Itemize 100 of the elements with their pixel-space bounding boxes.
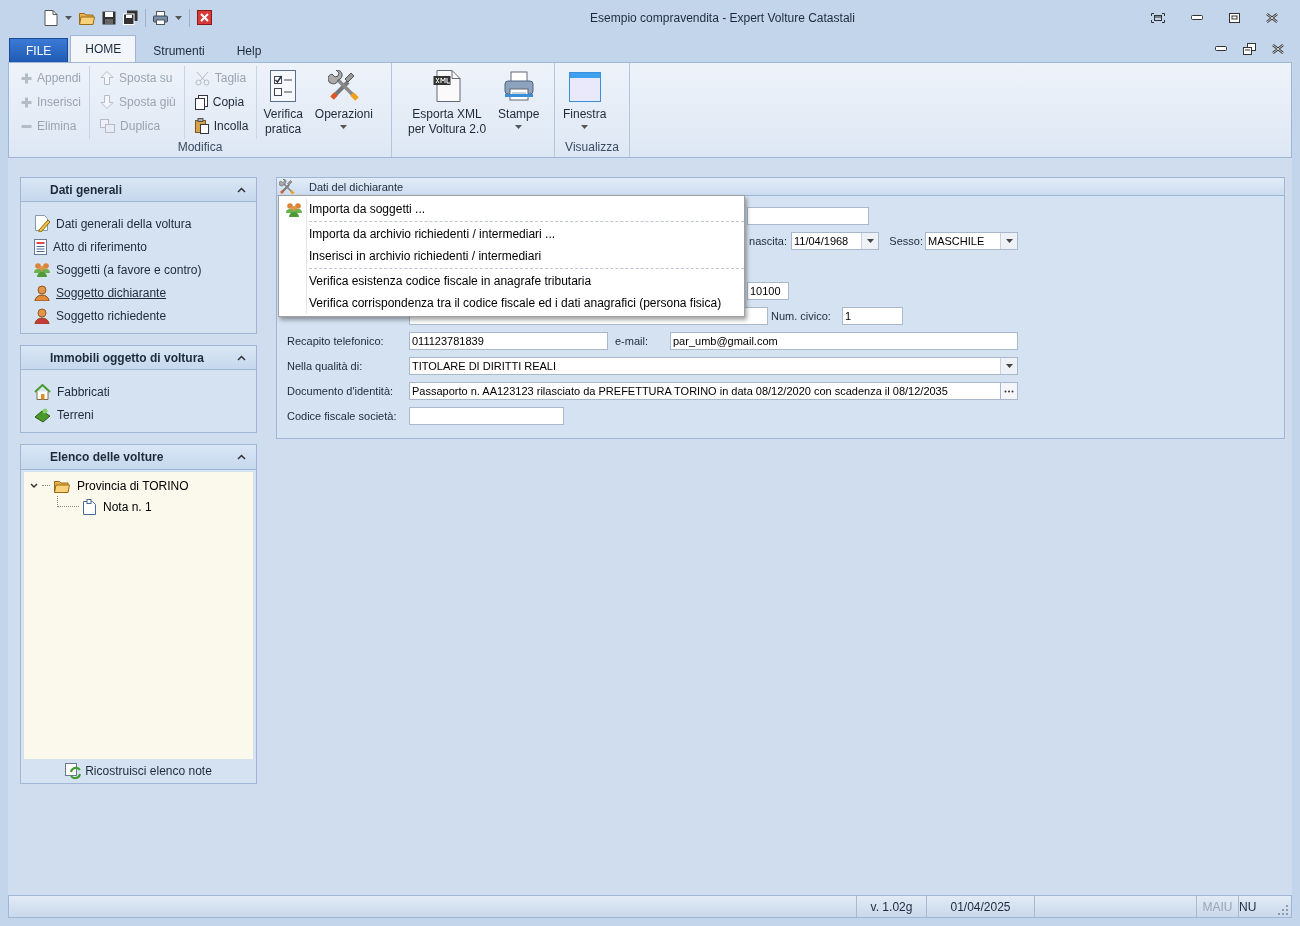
chevron-up-icon[interactable] bbox=[237, 354, 246, 361]
caret-icon bbox=[515, 125, 523, 129]
input-field[interactable]: par_umb@gmail.com bbox=[670, 332, 1018, 350]
new-document-icon[interactable] bbox=[44, 9, 58, 26]
menu-item[interactable]: Inserisci in archivio richiedenti / intermediari bbox=[279, 245, 744, 267]
tree-node[interactable]: Provincia di TORINO bbox=[30, 475, 253, 496]
folder-icon[interactable] bbox=[79, 10, 95, 25]
scissors-icon bbox=[194, 70, 210, 86]
folder-icon bbox=[54, 478, 70, 493]
group-label: Visualizza bbox=[564, 139, 620, 156]
key-indicator: NU bbox=[1239, 899, 1257, 914]
refresh-icon bbox=[65, 763, 82, 779]
person-icon bbox=[34, 307, 50, 324]
ribbon-tab[interactable]: Strumenti bbox=[138, 38, 220, 62]
ribbon-button[interactable]: Finestra bbox=[557, 66, 613, 139]
field-label: e-mail: bbox=[615, 335, 649, 347]
tools-icon bbox=[327, 70, 360, 102]
person-icon bbox=[34, 284, 50, 301]
minimize-icon[interactable] bbox=[1215, 46, 1227, 51]
window-title: Esempio compravendita - Expert Volture Catastali bbox=[589, 10, 856, 25]
ribbon-button[interactable]: Incolla bbox=[188, 114, 253, 138]
panel-title: Dati generali bbox=[50, 182, 124, 197]
fullscreen-icon[interactable] bbox=[1151, 12, 1165, 23]
sidebar-item[interactable]: Soggetti (a favore e contro) bbox=[34, 258, 202, 281]
duplicate-icon bbox=[100, 119, 116, 133]
field-label: Recapito telefonico: bbox=[287, 335, 385, 347]
maximize-icon[interactable] bbox=[1229, 12, 1240, 23]
version-text: v. 1.02g bbox=[870, 899, 913, 914]
sidebar-item[interactable]: Soggetto richiedente bbox=[34, 304, 167, 327]
input-field[interactable]: Passaporto n. AA123123 rilasciato da PREFETTURA TORINO in data 08/12/2020 con scadenza il 08/12/2035 bbox=[409, 382, 1001, 400]
printer-icon[interactable] bbox=[153, 10, 168, 25]
close-icon[interactable] bbox=[197, 10, 212, 25]
input-field[interactable]: 1 bbox=[842, 307, 903, 325]
arrow-down-icon bbox=[100, 95, 115, 109]
restore-icon[interactable] bbox=[1243, 42, 1256, 55]
panel-title: Immobili oggetto di voltura bbox=[50, 350, 205, 365]
ribbon-tab[interactable]: Help bbox=[221, 38, 277, 62]
xml-file-icon bbox=[433, 70, 462, 102]
sidebar-item[interactable]: Dati generali della voltura bbox=[34, 212, 192, 235]
menu-item[interactable]: Verifica esistenza codice fiscale in anagrafe tributaria bbox=[279, 270, 744, 292]
checklist-icon bbox=[270, 70, 297, 102]
sidebar-item[interactable]: Terreni bbox=[34, 403, 94, 426]
resize-grip-icon bbox=[1278, 905, 1288, 915]
close-icon[interactable] bbox=[1266, 12, 1278, 23]
menu-item[interactable]: Importa da archivio richiedenti / intermediari ... bbox=[279, 223, 744, 245]
chevron-up-icon[interactable] bbox=[237, 186, 246, 193]
save-all-icon[interactable] bbox=[123, 10, 138, 25]
land-icon bbox=[34, 406, 51, 423]
input-field[interactable]: 011123781839 bbox=[409, 332, 608, 350]
field-label: Num. civico: bbox=[771, 310, 832, 322]
sidebar-item[interactable]: Fabbricati bbox=[34, 380, 110, 403]
date-text: 01/04/2025 bbox=[950, 899, 1011, 914]
document-list-icon bbox=[34, 238, 47, 255]
field-label: Sesso: bbox=[888, 235, 923, 247]
rebuild-button[interactable]: Ricostruisci elenco note bbox=[65, 763, 212, 779]
field-label: nascita: bbox=[748, 235, 787, 247]
copy-icon bbox=[194, 94, 208, 110]
document-icon bbox=[83, 498, 96, 515]
caret-icon bbox=[581, 125, 589, 129]
ribbon-tab[interactable]: HOME bbox=[70, 35, 137, 62]
plus-icon bbox=[21, 96, 32, 108]
chevron-up-icon[interactable] bbox=[237, 454, 246, 460]
minimize-icon[interactable] bbox=[1191, 15, 1203, 20]
ribbon-button[interactable]: Operazioni bbox=[308, 66, 379, 139]
ribbon-button[interactable]: Verifica pratica bbox=[257, 66, 309, 139]
dropdown-arrow-icon bbox=[1005, 364, 1013, 368]
dropdown-field[interactable]: TITOLARE DI DIRITTI REALI bbox=[409, 357, 1018, 375]
pencil-document-icon bbox=[34, 215, 50, 232]
house-icon bbox=[34, 383, 51, 400]
people-icon bbox=[286, 201, 302, 217]
sidebar-item[interactable]: Atto di riferimento bbox=[34, 235, 148, 258]
caret-icon[interactable] bbox=[175, 15, 182, 20]
field-label: Documento d'identità: bbox=[287, 385, 395, 397]
tree-node[interactable]: Nota n. 1 bbox=[30, 496, 253, 517]
people-icon bbox=[34, 262, 50, 277]
panel-title: Elenco delle volture bbox=[50, 450, 165, 464]
caret-icon bbox=[340, 125, 348, 129]
save-icon[interactable] bbox=[102, 10, 116, 25]
paste-icon bbox=[194, 118, 209, 134]
field-label: Codice fiscale società: bbox=[287, 410, 398, 422]
ribbon-button[interactable]: Copia bbox=[188, 90, 253, 114]
menu-item[interactable]: Importa da soggetti ... bbox=[279, 198, 744, 220]
panel-title: Dati del dichiarante bbox=[309, 180, 404, 193]
ribbon-tab[interactable]: FILE bbox=[9, 38, 69, 62]
dropdown-field[interactable]: MASCHILE bbox=[925, 232, 1018, 250]
caret-icon[interactable] bbox=[65, 15, 72, 20]
ellipsis-icon bbox=[1004, 389, 1014, 393]
input-field[interactable]: 10100 bbox=[747, 282, 789, 300]
close-icon[interactable] bbox=[1272, 43, 1284, 54]
input-field[interactable] bbox=[409, 407, 564, 425]
sidebar-item[interactable]: Soggetto dichiarante bbox=[34, 281, 167, 304]
arrow-up-icon bbox=[100, 71, 115, 85]
ribbon-button[interactable]: Stampe bbox=[492, 66, 546, 139]
dropdown-arrow-icon bbox=[1005, 239, 1013, 243]
expander-icon[interactable] bbox=[30, 482, 38, 489]
group-label: Modifica bbox=[176, 139, 224, 156]
menu-item[interactable]: Verifica corrispondenza tra il codice fiscale ed i dati anagrafici (persona fisica) bbox=[279, 292, 744, 314]
ribbon-button[interactable]: Esporta XML per Voltura 2.0 bbox=[402, 66, 493, 139]
input-field[interactable] bbox=[747, 207, 869, 225]
dropdown-field[interactable]: 11/04/1968 bbox=[791, 232, 879, 250]
